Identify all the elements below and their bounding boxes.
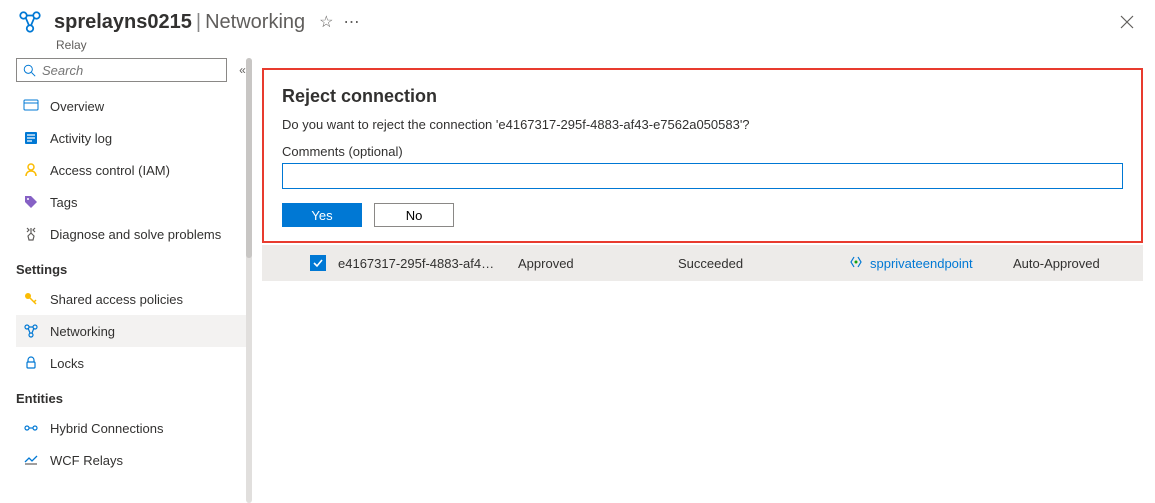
yes-button[interactable]: Yes — [282, 203, 362, 227]
sidebar-item-label: Tags — [50, 195, 77, 210]
activity-log-icon — [22, 129, 40, 147]
sidebar-item-label: Locks — [50, 356, 84, 371]
sidebar-item-label: Networking — [50, 324, 115, 339]
dialog-title: Reject connection — [282, 86, 1123, 107]
resource-name: sprelayns0215 — [54, 11, 192, 34]
row-connection-id: e4167317-295f-4883-af4… — [338, 256, 518, 271]
overview-icon — [22, 97, 40, 115]
title-separator: | — [196, 11, 201, 34]
favorite-star-icon[interactable]: ☆ — [319, 12, 333, 32]
sidebar-item-overview[interactable]: Overview — [16, 90, 252, 122]
page-section-title: Networking — [205, 11, 305, 34]
sidebar-item-networking[interactable]: Networking — [16, 315, 252, 347]
diagnose-icon — [22, 225, 40, 243]
row-provisioning-state: Succeeded — [678, 256, 848, 271]
wcf-relays-icon — [22, 451, 40, 469]
close-icon[interactable] — [1115, 10, 1139, 34]
lock-icon — [22, 354, 40, 372]
hybrid-connections-icon — [22, 419, 40, 437]
sidebar-item-access-control[interactable]: Access control (IAM) — [16, 154, 252, 186]
sidebar-item-label: Hybrid Connections — [50, 421, 163, 436]
sidebar-item-label: Access control (IAM) — [50, 163, 170, 178]
sidebar-item-wcf-relays[interactable]: WCF Relays — [16, 444, 252, 476]
sidebar-section-settings: Settings — [16, 262, 252, 277]
sidebar-item-locks[interactable]: Locks — [16, 347, 252, 379]
sidebar-item-label: Diagnose and solve problems — [50, 227, 221, 242]
private-endpoint-icon — [848, 254, 864, 273]
sidebar-item-label: Shared access policies — [50, 292, 183, 307]
reject-connection-dialog: Reject connection Do you want to reject … — [262, 68, 1143, 243]
connection-row[interactable]: e4167317-295f-4883-af4… Approved Succeed… — [262, 245, 1143, 281]
sidebar-section-entities: Entities — [16, 391, 252, 406]
search-icon — [23, 64, 36, 77]
row-description: Auto-Approved — [1013, 256, 1133, 271]
search-input[interactable] — [42, 63, 220, 78]
row-endpoint-name: spprivateendpoint — [870, 256, 973, 271]
comments-label: Comments (optional) — [282, 144, 1123, 159]
sidebar-item-hybrid-connections[interactable]: Hybrid Connections — [16, 412, 252, 444]
sidebar-item-label: Overview — [50, 99, 104, 114]
access-control-icon — [22, 161, 40, 179]
no-button[interactable]: No — [374, 203, 454, 227]
sidebar-item-tags[interactable]: Tags — [16, 186, 252, 218]
more-actions-icon[interactable]: ⋯ — [343, 12, 360, 32]
sidebar-item-shared-access-policies[interactable]: Shared access policies — [16, 283, 252, 315]
sidebar-item-activity-log[interactable]: Activity log — [16, 122, 252, 154]
sidebar-item-label: WCF Relays — [50, 453, 123, 468]
row-checkbox[interactable] — [310, 255, 326, 271]
check-icon — [312, 257, 324, 269]
row-connection-state: Approved — [518, 256, 678, 271]
resource-type-label: Relay — [56, 38, 1155, 52]
tags-icon — [22, 193, 40, 211]
dialog-message: Do you want to reject the connection 'e4… — [282, 117, 1123, 132]
sidebar-item-diagnose[interactable]: Diagnose and solve problems — [16, 218, 252, 250]
comments-input[interactable] — [282, 163, 1123, 189]
key-icon — [22, 290, 40, 308]
sidebar-search[interactable] — [16, 58, 227, 82]
relay-resource-icon — [16, 8, 44, 36]
sidebar-item-label: Activity log — [50, 131, 112, 146]
row-private-endpoint-link[interactable]: spprivateendpoint — [848, 254, 1013, 273]
networking-icon — [22, 322, 40, 340]
